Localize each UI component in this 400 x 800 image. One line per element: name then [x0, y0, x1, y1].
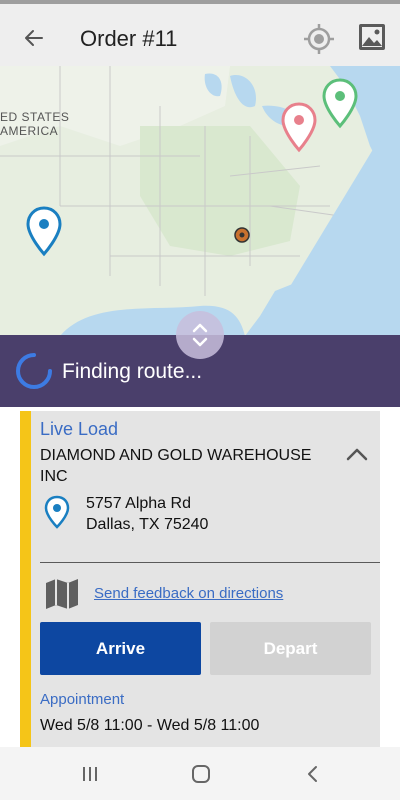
stop-details-sheet: Live Load DIAMOND AND GOLD WAREHOUSE INC…	[0, 407, 400, 747]
appointment-value: Wed 5/8 11:00 - Wed 5/8 11:00	[40, 717, 260, 734]
arrow-left-icon	[25, 30, 43, 46]
system-back-button[interactable]	[298, 759, 328, 789]
send-feedback-link[interactable]: Send feedback on directions	[94, 585, 283, 602]
stop-address: 5757 Alpha Rd Dallas, TX 75240	[86, 493, 208, 535]
locate-button[interactable]	[302, 22, 336, 56]
back-button[interactable]	[18, 22, 50, 54]
chevron-up-icon	[346, 448, 368, 461]
stop-accent-bar	[20, 411, 31, 747]
system-navigation-bar	[0, 747, 400, 800]
home-button[interactable]	[186, 759, 216, 789]
folded-map-icon	[46, 579, 78, 609]
map-image-button[interactable]	[357, 22, 389, 54]
app-bar: Order #11	[0, 0, 400, 70]
origin-marker-icon[interactable]	[26, 206, 62, 258]
route-map[interactable]: ED STATES AMERICA	[0, 66, 400, 336]
divider	[40, 562, 380, 563]
address-line2: Dallas, TX 75240	[86, 516, 209, 533]
home-icon	[192, 765, 210, 783]
pickup-marker-icon[interactable]	[281, 102, 317, 154]
map-region-label: ED STATES AMERICA	[0, 110, 69, 138]
stop-card: Live Load DIAMOND AND GOLD WAREHOUSE INC…	[20, 411, 380, 747]
location-pin-icon	[44, 495, 70, 529]
appointment-label: Appointment	[40, 691, 125, 708]
route-status-text: Finding route...	[62, 360, 203, 383]
page-title: Order #11	[80, 26, 178, 51]
map-region-label-line2: AMERICA	[0, 124, 59, 138]
address-line1: 5757 Alpha Rd	[86, 495, 191, 512]
recent-apps-button[interactable]	[75, 759, 105, 789]
map-region-label-line1: ED STATES	[0, 110, 70, 124]
expand-collapse-handle[interactable]	[176, 311, 224, 359]
company-name: DIAMOND AND GOLD WAREHOUSE INC	[40, 447, 312, 485]
load-type-label: Live Load	[40, 419, 119, 439]
collapse-card-button[interactable]	[343, 441, 371, 469]
depart-button[interactable]: Depart	[210, 622, 371, 675]
loading-spinner-icon	[16, 353, 52, 389]
recent-apps-icon	[83, 767, 97, 781]
chevron-left-icon	[308, 766, 317, 782]
destination-marker-icon[interactable]	[322, 78, 358, 130]
current-location-icon	[234, 227, 250, 243]
crosshair-icon	[304, 24, 334, 54]
image-icon	[359, 24, 385, 50]
chevron-up-down-icon	[192, 323, 208, 347]
arrive-button[interactable]: Arrive	[40, 622, 201, 675]
